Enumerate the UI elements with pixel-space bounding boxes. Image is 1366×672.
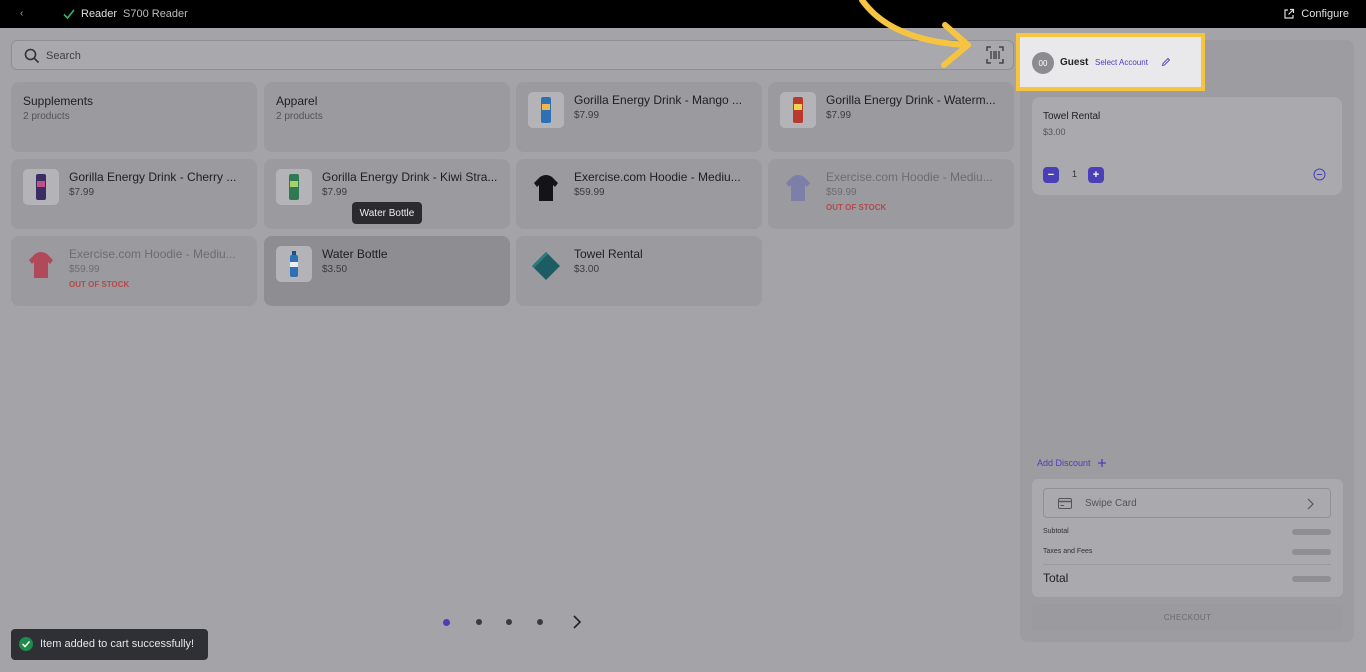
product-card[interactable]: Gorilla Energy Drink - Waterm... $7.99 — [768, 82, 1014, 152]
tutorial-arrow-icon — [859, 0, 971, 68]
avatar: 00 — [1032, 52, 1054, 74]
product-name: Towel Rental — [574, 247, 643, 261]
select-account-link[interactable]: Select Account — [1095, 58, 1148, 67]
hoodie-image — [780, 169, 816, 205]
product-name: Exercise.com Hoodie - Mediu... — [574, 170, 741, 184]
energy-drink-can-image — [780, 92, 816, 128]
cart-item-name: Towel Rental — [1043, 111, 1101, 122]
reader-label: Reader — [81, 8, 118, 20]
external-link-icon — [1284, 8, 1295, 19]
cart-item-price: $3.00 — [1043, 127, 1066, 137]
energy-drink-can-image — [23, 169, 59, 205]
product-name: Exercise.com Hoodie - Mediu... — [826, 170, 993, 184]
product-card[interactable]: Towel Rental $3.00 — [516, 236, 762, 306]
hoodie-image — [528, 169, 564, 205]
summary-divider — [1043, 564, 1331, 565]
cart-item: Towel Rental $3.00 − 1 + — [1032, 97, 1342, 195]
product-card[interactable]: Exercise.com Hoodie - Mediu... $59.99 — [516, 159, 762, 229]
product-price: $59.99 — [69, 264, 100, 275]
hoodie-image — [23, 246, 59, 282]
back-icon[interactable]: ‹ — [20, 8, 28, 20]
product-name: Exercise.com Hoodie - Mediu... — [69, 247, 236, 261]
product-name: Gorilla Energy Drink - Cherry ... — [69, 170, 237, 184]
top-bar: ‹ Reader S700 Reader Configure — [0, 0, 1366, 28]
product-price: $59.99 — [826, 187, 857, 198]
reader-name: S700 Reader — [123, 8, 188, 20]
category-title: Supplements — [23, 94, 94, 108]
taxes-label: Taxes and Fees — [1043, 548, 1093, 555]
product-price: $3.50 — [322, 264, 348, 275]
energy-drink-can-image — [528, 92, 564, 128]
towel-image — [528, 246, 564, 282]
total-label: Total — [1043, 571, 1069, 585]
search-icon — [24, 48, 40, 64]
product-name: Water Bottle — [322, 247, 388, 261]
product-name: Gorilla Energy Drink - Waterm... — [826, 93, 996, 107]
category-count: 2 products — [276, 111, 323, 122]
product-card[interactable]: Exercise.com Hoodie - Mediu... $59.99 OU… — [11, 236, 257, 306]
remove-item-icon[interactable] — [1313, 168, 1326, 181]
plus-icon — [1097, 459, 1106, 467]
add-discount-label: Add Discount — [1037, 458, 1091, 468]
configure-label: Configure — [1301, 8, 1349, 20]
subtotal-value-placeholder — [1292, 529, 1331, 535]
toast-message: Item added to cart successfully! — [40, 638, 195, 650]
total-value-placeholder — [1292, 576, 1331, 582]
out-of-stock-badge: OUT OF STOCK — [826, 203, 887, 212]
product-card[interactable]: Gorilla Energy Drink - Mango ... $7.99 — [516, 82, 762, 152]
product-name: Gorilla Energy Drink - Mango ... — [574, 93, 743, 107]
page-dot-4[interactable] — [537, 619, 543, 625]
page-dot-3[interactable] — [506, 619, 512, 625]
product-price: $59.99 — [574, 187, 605, 198]
credit-card-icon — [1058, 498, 1072, 509]
success-check-icon — [19, 637, 33, 651]
barcode-scan-icon[interactable] — [986, 46, 1004, 64]
product-card[interactable]: Gorilla Energy Drink - Cherry ... $7.99 — [11, 159, 257, 229]
energy-drink-can-image — [276, 169, 312, 205]
page-dot-1[interactable] — [443, 619, 450, 626]
success-toast: Item added to cart successfully! — [11, 629, 208, 660]
category-card-apparel[interactable]: Apparel 2 products — [264, 82, 510, 152]
add-discount-button[interactable]: Add Discount — [1037, 458, 1107, 468]
order-summary: Swipe Card Subtotal Taxes and Fees Total — [1032, 479, 1343, 597]
category-title: Apparel — [276, 94, 318, 108]
chevron-right-icon[interactable] — [571, 615, 583, 629]
account-name: Guest — [1060, 57, 1089, 68]
checkout-button[interactable]: CHECKOUT — [1032, 604, 1343, 631]
page-dot-2[interactable] — [476, 619, 482, 625]
swipe-card-button[interactable]: Swipe Card — [1043, 488, 1331, 518]
chevron-right-icon — [1307, 498, 1314, 510]
decrease-quantity-button[interactable]: − — [1043, 167, 1059, 183]
product-price: $7.99 — [826, 110, 852, 121]
product-price: $3.00 — [574, 264, 600, 275]
product-price: $7.99 — [322, 187, 348, 198]
check-icon — [63, 9, 75, 20]
quantity-value: 1 — [1072, 169, 1078, 179]
product-card[interactable]: Water Bottle $3.50 — [264, 236, 510, 306]
pencil-icon[interactable] — [1161, 57, 1171, 67]
product-price: $7.99 — [69, 187, 95, 198]
account-selector: 00 Guest Select Account — [1016, 33, 1205, 91]
taxes-value-placeholder — [1292, 549, 1331, 555]
swipe-card-label: Swipe Card — [1085, 498, 1137, 509]
subtotal-label: Subtotal — [1043, 528, 1069, 535]
category-count: 2 products — [23, 111, 70, 122]
product-price: $7.99 — [574, 110, 600, 121]
out-of-stock-badge: OUT OF STOCK — [69, 280, 130, 289]
product-name: Gorilla Energy Drink - Kiwi Stra... — [322, 170, 498, 184]
increase-quantity-button[interactable]: + — [1088, 167, 1104, 183]
water-bottle-image — [276, 246, 312, 282]
product-tooltip: Water Bottle — [352, 202, 422, 224]
configure-button[interactable]: Configure — [1283, 6, 1349, 22]
category-card-supplements[interactable]: Supplements 2 products — [11, 82, 257, 152]
product-card[interactable]: Exercise.com Hoodie - Mediu... $59.99 OU… — [768, 159, 1014, 229]
search-input[interactable] — [46, 47, 946, 65]
